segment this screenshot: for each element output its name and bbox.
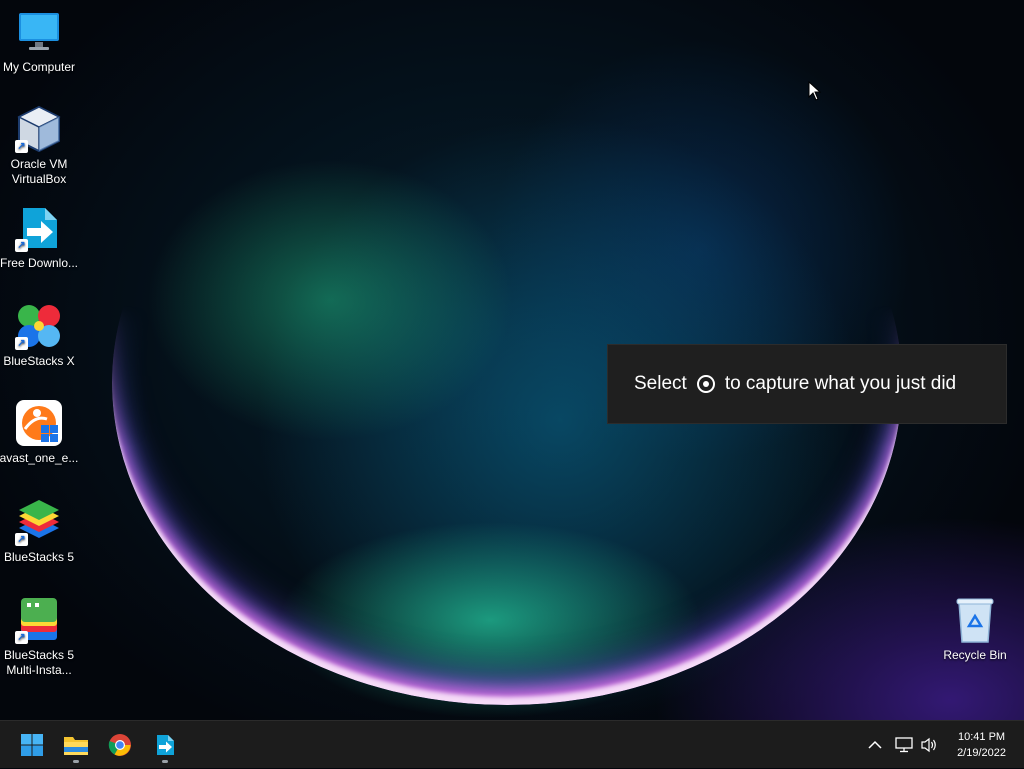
desktop-icon-label: avast_one_e... bbox=[0, 451, 79, 465]
clock-date: 2/19/2022 bbox=[957, 747, 1006, 759]
shortcut-arrow-icon: ↗ bbox=[15, 631, 28, 644]
capture-toast[interactable]: Select to capture what you just did bbox=[607, 344, 1007, 424]
windows-start-icon bbox=[21, 734, 43, 756]
taskbar: 10:41 PM 2/19/2022 bbox=[0, 720, 1024, 768]
download-manager-icon: ↗ bbox=[15, 204, 63, 252]
bluestacks-multi-instance-icon: ↗ bbox=[15, 596, 63, 644]
shortcut-arrow-icon: ↗ bbox=[15, 140, 28, 153]
desktop-icon-label: BlueStacks 5 bbox=[3, 550, 75, 564]
desktop-icon-label: Oracle VM VirtualBox bbox=[10, 157, 68, 186]
desktop-icon-bluestacks-multi-instance[interactable]: ↗ BlueStacks 5 Multi-Insta... bbox=[0, 596, 79, 678]
chevron-up-icon bbox=[868, 740, 882, 749]
desktop-icon-my-computer[interactable]: My Computer bbox=[0, 8, 79, 75]
mouse-cursor-icon bbox=[808, 80, 822, 106]
chrome-icon bbox=[108, 734, 131, 756]
desktop-icon-label: BlueStacks X bbox=[3, 354, 75, 368]
desktop-icon-free-download-manager[interactable]: ↗ Free Downlo... bbox=[0, 204, 79, 271]
clock-time: 10:41 PM bbox=[957, 731, 1006, 743]
toast-suffix-text: to capture what you just did bbox=[724, 373, 957, 394]
running-indicator bbox=[162, 760, 168, 763]
clock[interactable]: 10:41 PM 2/19/2022 bbox=[957, 729, 1006, 761]
folder-icon bbox=[64, 737, 88, 755]
taskbar-file-explorer[interactable] bbox=[56, 725, 96, 765]
taskbar-chrome[interactable] bbox=[100, 725, 140, 765]
show-hidden-icons-button[interactable] bbox=[864, 721, 886, 769]
bluestacks-x-icon: ↗ bbox=[15, 302, 63, 350]
desktop-icon-label: BlueStacks 5 Multi-Insta... bbox=[3, 648, 75, 677]
bluestacks-5-icon: ↗ bbox=[15, 498, 63, 546]
desktop-icon-avast[interactable]: avast_one_e... bbox=[0, 399, 79, 466]
desktop-icon-bluestacks-x[interactable]: ↗ BlueStacks X bbox=[0, 302, 79, 369]
desktop-icon-label: My Computer bbox=[2, 60, 76, 74]
network-icon bbox=[895, 737, 913, 753]
shortcut-arrow-icon: ↗ bbox=[15, 239, 28, 252]
desktop-icon-virtualbox[interactable]: ↗ Oracle VM VirtualBox bbox=[0, 105, 79, 187]
network-button[interactable] bbox=[892, 721, 916, 769]
volume-icon bbox=[921, 737, 936, 753]
toast-prefix-text: Select bbox=[634, 373, 687, 394]
virtualbox-icon: ↗ bbox=[15, 105, 63, 153]
download-manager-icon bbox=[157, 735, 174, 755]
start-button[interactable] bbox=[12, 725, 52, 765]
desktop-icon-bluestacks-5[interactable]: ↗ BlueStacks 5 bbox=[0, 498, 79, 565]
desktop-icon-recycle-bin[interactable]: Recycle Bin bbox=[935, 596, 1015, 663]
shortcut-arrow-icon: ↗ bbox=[15, 337, 28, 350]
desktop-icon-label: Free Downlo... bbox=[0, 256, 79, 270]
desktop-icon-label: Recycle Bin bbox=[943, 648, 1007, 662]
avast-icon bbox=[15, 399, 63, 447]
shortcut-arrow-icon: ↗ bbox=[15, 533, 28, 546]
recycle-bin-icon bbox=[951, 596, 999, 644]
running-indicator bbox=[73, 760, 79, 763]
monitor-icon bbox=[15, 8, 63, 56]
volume-button[interactable] bbox=[917, 721, 941, 769]
taskbar-free-download-manager[interactable] bbox=[145, 725, 185, 765]
record-icon bbox=[696, 375, 715, 393]
